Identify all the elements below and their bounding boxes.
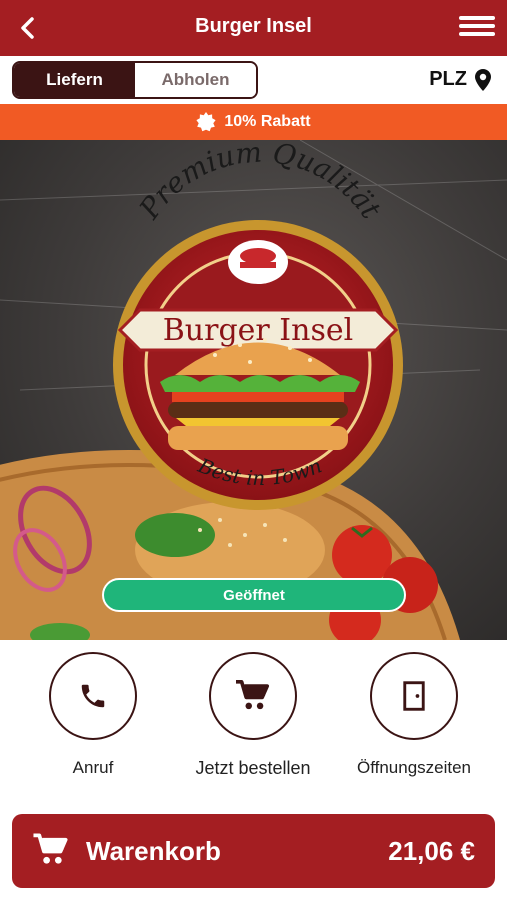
order-now-action[interactable]: Jetzt bestellen: [183, 652, 323, 779]
order-label: Jetzt bestellen: [195, 758, 311, 778]
door-icon: [403, 681, 425, 711]
map-pin-icon: [475, 68, 491, 91]
mode-option-abholen[interactable]: Abholen: [135, 63, 256, 97]
hours-label: Öffnungszeiten: [356, 758, 472, 777]
opening-hours-action[interactable]: Öffnungszeiten: [344, 652, 484, 778]
menu-button[interactable]: [459, 12, 495, 44]
logo-arc-text: Premium Qualität: [132, 140, 388, 226]
delivery-mode-toggle: Liefern Abholen: [12, 61, 258, 99]
postcode-label: PLZ: [429, 68, 467, 90]
order-circle: [209, 652, 297, 740]
quick-actions: Anruf Jetzt bestellen Öffnungszeiten: [0, 640, 507, 808]
app-header: Burger Insel: [0, 0, 507, 56]
cart-icon: [236, 679, 270, 710]
hero-illustration: Premium Qualität Burger Insel Best in To…: [0, 140, 507, 640]
postcode-selector[interactable]: PLZ: [429, 68, 491, 91]
cart-icon: [33, 833, 68, 864]
discount-banner: 10% Rabatt: [0, 104, 507, 140]
chevron-left-icon: [21, 17, 34, 39]
call-circle: [49, 652, 137, 740]
cart-label: Warenkorb: [86, 836, 221, 866]
open-status-button[interactable]: Geöffnet: [102, 578, 406, 612]
badge-icon: [196, 112, 216, 132]
mode-option-liefern[interactable]: Liefern: [14, 63, 135, 97]
cart-total: 21,06 €: [388, 836, 475, 866]
mode-row: Liefern Abholen PLZ: [0, 56, 507, 104]
page-title: Burger Insel: [195, 15, 312, 37]
hero-image: Premium Qualität Burger Insel Best in To…: [0, 140, 507, 640]
hamburger-menu-icon: [459, 16, 495, 36]
hours-circle: [370, 652, 458, 740]
discount-text: 10% Rabatt: [224, 113, 311, 130]
call-action[interactable]: Anruf: [23, 652, 163, 778]
call-label: Anruf: [72, 758, 114, 777]
phone-icon: [81, 684, 105, 708]
cart-button[interactable]: Warenkorb 21,06 €: [12, 814, 495, 888]
back-button[interactable]: [14, 14, 42, 42]
